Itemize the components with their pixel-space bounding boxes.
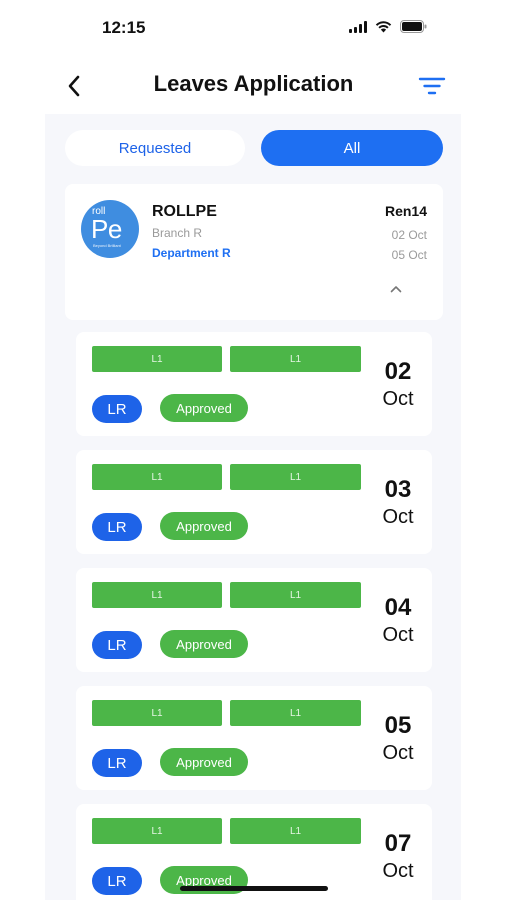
- approval-level-bar: L1: [230, 700, 361, 726]
- status-badge[interactable]: Approved: [160, 512, 248, 540]
- battery-icon: [400, 20, 427, 33]
- leave-day-card[interactable]: L1 L1 LR Approved 02 Oct: [76, 332, 432, 436]
- cellular-signal-icon: [349, 20, 367, 33]
- leave-type-badge[interactable]: LR: [92, 749, 142, 777]
- leave-month: Oct: [382, 506, 414, 528]
- leave-type-badge[interactable]: LR: [92, 631, 142, 659]
- employee-code: Ren14: [384, 203, 427, 219]
- leaves-content: Requested All roll Pe Beyond Brilliant R…: [45, 114, 461, 900]
- leave-day: 04: [384, 594, 412, 621]
- leave-tabs: Requested All: [65, 130, 443, 166]
- leave-day: 02: [384, 358, 412, 385]
- avatar-tagline: Beyond Brilliant: [93, 243, 121, 248]
- leave-type-badge[interactable]: LR: [92, 513, 142, 541]
- employee-branch: Branch R: [152, 226, 203, 240]
- leave-day-card[interactable]: L1 L1 LR Approved 03 Oct: [76, 450, 432, 554]
- leave-month: Oct: [382, 388, 414, 410]
- leave-type-badge[interactable]: LR: [92, 395, 142, 423]
- approval-level-bar: L1: [230, 818, 361, 844]
- collapse-button[interactable]: [387, 282, 405, 296]
- status-time: 12:15: [102, 18, 146, 37]
- wifi-icon: [375, 20, 392, 33]
- leave-day: 05: [384, 712, 412, 739]
- status-bar: 12:15: [0, 0, 507, 58]
- employee-card[interactable]: roll Pe Beyond Brilliant ROLLPE Branch R…: [65, 184, 443, 320]
- leave-month: Oct: [382, 742, 414, 764]
- avatar-big-text: Pe: [91, 214, 122, 244]
- leave-day-card[interactable]: L1 L1 LR Approved 04 Oct: [76, 568, 432, 672]
- approval-level-bar: L1: [230, 346, 361, 372]
- leave-to-date: 05 Oct: [391, 248, 427, 262]
- leave-day-card[interactable]: L1 L1 LR Approved 05 Oct: [76, 686, 432, 790]
- leave-type-badge[interactable]: LR: [92, 867, 142, 895]
- approval-level-bar: L1: [92, 700, 222, 726]
- status-badge[interactable]: Approved: [160, 394, 248, 422]
- tab-all[interactable]: All: [261, 130, 443, 166]
- status-icons: [349, 20, 427, 33]
- employee-department: Department R: [152, 246, 231, 260]
- leave-day: 07: [384, 830, 412, 857]
- status-badge[interactable]: Approved: [160, 748, 248, 776]
- filter-icon: [418, 77, 446, 95]
- status-badge[interactable]: Approved: [160, 630, 248, 658]
- approval-level-bar: L1: [92, 464, 222, 490]
- leave-day: 03: [384, 476, 412, 503]
- employee-name: ROLLPE: [152, 203, 217, 220]
- approval-level-bar: L1: [92, 582, 222, 608]
- approval-level-bar: L1: [230, 464, 361, 490]
- approval-level-bar: L1: [230, 582, 361, 608]
- home-indicator[interactable]: [180, 886, 328, 891]
- approval-level-bar: L1: [92, 346, 222, 372]
- approval-level-bar: L1: [92, 818, 222, 844]
- chevron-up-icon: [390, 286, 402, 293]
- company-logo-avatar: roll Pe Beyond Brilliant: [81, 200, 139, 258]
- leave-month: Oct: [382, 624, 414, 646]
- app-header: Leaves Application: [0, 64, 507, 106]
- leave-from-date: 02 Oct: [391, 228, 427, 242]
- leave-month: Oct: [382, 860, 414, 882]
- tab-requested[interactable]: Requested: [65, 130, 245, 166]
- filter-button[interactable]: [418, 73, 446, 99]
